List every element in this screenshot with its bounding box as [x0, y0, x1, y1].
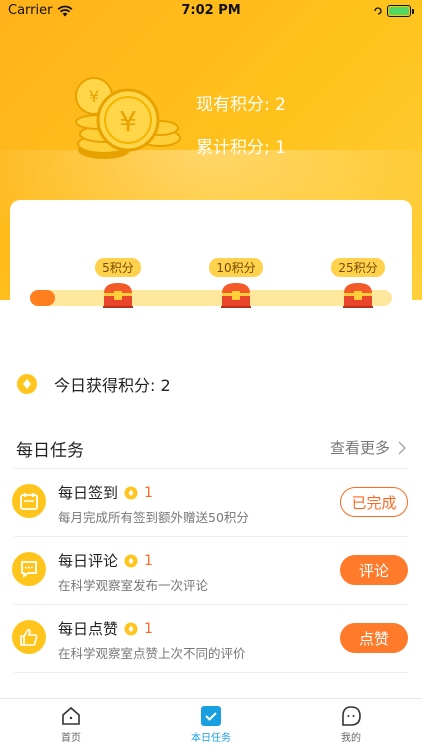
- tab-daily-tasks[interactable]: 本日任务: [171, 705, 251, 744]
- task-check-icon: [201, 706, 221, 726]
- see-more-link[interactable]: 查看更多: [330, 437, 406, 458]
- comment-icon: [12, 552, 46, 586]
- task-row-comment: 每日评论 1 在科学观察室发布一次评论 评论: [0, 538, 422, 604]
- status-bar: Carrier 7:02 PM: [0, 0, 422, 22]
- treasure-chest-icon: [343, 283, 373, 308]
- daily-tasks-header: 每日任务 查看更多: [0, 420, 422, 468]
- points-progress-card: 5积分 10积分 25积分: [10, 200, 412, 360]
- comment-button[interactable]: 评论: [340, 555, 408, 585]
- thumbs-up-icon: [12, 620, 46, 654]
- task-description: 在科学观察室发布一次评论: [58, 578, 209, 593]
- total-points: 累计积分; 1: [196, 138, 286, 158]
- coins-illustration: ¥ ¥: [75, 77, 181, 159]
- task-points: 1: [144, 620, 153, 637]
- divider: [14, 672, 408, 673]
- treasure-chest-icon: [221, 283, 251, 308]
- today-points-label: 今日获得积分: 2: [54, 376, 171, 395]
- chevron-right-icon: [398, 440, 406, 455]
- completed-button[interactable]: 已完成: [340, 487, 408, 517]
- clock: 7:02 PM: [181, 3, 241, 18]
- milestone-10[interactable]: 10积分: [206, 257, 266, 309]
- milestone-5[interactable]: 5积分: [88, 257, 148, 309]
- tab-label: 首页: [61, 733, 81, 744]
- divider: [14, 604, 408, 605]
- divider: [14, 536, 408, 537]
- task-title: 每日签到: [58, 484, 119, 502]
- task-description: 在科学观察室点赞上次不同的评价: [58, 646, 246, 661]
- milestone-25[interactable]: 25积分: [328, 257, 388, 309]
- coin-icon: [124, 554, 138, 567]
- battery-icon: [372, 5, 414, 17]
- like-button[interactable]: 点赞: [340, 623, 408, 653]
- tab-home[interactable]: 首页: [31, 705, 111, 744]
- svg-text:¥: ¥: [119, 105, 137, 138]
- task-points: 1: [144, 552, 153, 569]
- milestone-label: 5积分: [95, 258, 141, 277]
- home-icon: [62, 706, 80, 725]
- task-points: 1: [144, 484, 153, 501]
- milestone-label: 10积分: [209, 258, 263, 277]
- profile-icon: [342, 706, 361, 726]
- task-description: 每月完成所有签到额外赠送50积分: [58, 510, 249, 525]
- tab-bar: 首页 本日任务 我的: [0, 698, 422, 750]
- svg-text:¥: ¥: [89, 87, 99, 106]
- treasure-chest-icon: [103, 283, 133, 308]
- tab-label: 本日任务: [191, 733, 231, 744]
- section-title: 每日任务: [16, 441, 84, 461]
- divider: [14, 468, 408, 469]
- today-points: 今日获得积分: 2: [16, 372, 171, 396]
- current-points: 现有积分: 2: [196, 95, 286, 115]
- points-progress-fill: [30, 290, 56, 306]
- task-row-like: 每日点赞 1 在科学观察室点赞上次不同的评价 点赞: [0, 606, 422, 672]
- task-title: 每日点赞: [58, 620, 119, 638]
- see-more-label: 查看更多: [329, 439, 390, 457]
- coin-icon: [124, 486, 138, 499]
- coin-icon: [124, 622, 138, 635]
- calendar-icon: [12, 484, 46, 518]
- tab-label: 我的: [341, 733, 361, 744]
- task-row-checkin: 每日签到 1 每月完成所有签到额外赠送50积分 已完成: [0, 470, 422, 536]
- lock-rotation-icon: [374, 7, 382, 15]
- coin-icon: [17, 374, 37, 394]
- task-title: 每日评论: [58, 552, 119, 570]
- milestone-label: 25积分: [331, 258, 385, 277]
- tab-profile[interactable]: 我的: [311, 705, 391, 744]
